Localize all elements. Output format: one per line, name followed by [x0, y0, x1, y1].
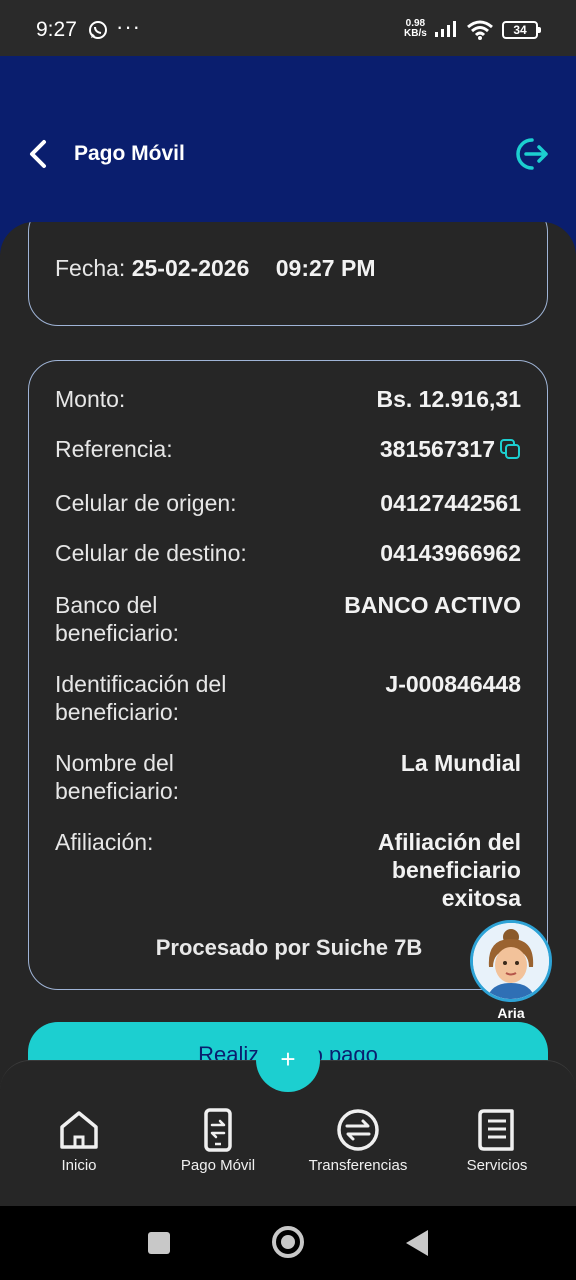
nav-label: Servicios: [466, 1157, 528, 1174]
copy-icon[interactable]: [499, 438, 521, 460]
logout-icon[interactable]: [512, 136, 550, 172]
receipt-icon: [478, 1109, 514, 1151]
nav-item-pago-movil[interactable]: Pago Móvil: [148, 1107, 288, 1174]
phone-transfer-icon: [204, 1108, 232, 1152]
detail-label: Celular de origen:: [55, 490, 237, 516]
detail-value: 381567317: [291, 435, 521, 463]
detail-label: Nombre del beneficiario:: [55, 750, 180, 804]
home-icon: [60, 1111, 98, 1149]
time-value: 09:27 PM: [275, 255, 376, 281]
detail-value: Bs. 12.916,31: [376, 386, 521, 412]
detail-label: Afiliación:: [55, 829, 154, 855]
nav-item-servicios[interactable]: Servicios: [427, 1107, 567, 1174]
home-circle-icon[interactable]: [272, 1226, 304, 1258]
signal-icon: [435, 21, 456, 37]
detail-label: Identificación del beneficiario:: [55, 671, 227, 725]
network-speed: 0.98 KB/s: [404, 18, 427, 39]
date-line: Fecha: 25-02-2026 09:27 PM: [55, 255, 375, 282]
date-label: Fecha:: [55, 255, 126, 281]
transfer-icon: [337, 1109, 379, 1151]
nav-label: Pago Móvil: [180, 1157, 256, 1174]
battery-icon: 34: [502, 21, 541, 39]
assistant-face-icon: [473, 923, 549, 999]
add-button[interactable]: +: [256, 1028, 320, 1092]
assistant-name: Aria: [497, 1005, 525, 1021]
detail-value: La Mundial: [400, 750, 521, 776]
detail-label: Banco del beneficiario:: [55, 592, 180, 646]
more-notifications-icon: ···: [116, 14, 141, 39]
detail-label: Celular de destino:: [55, 540, 247, 566]
detail-value: 04127442561: [380, 490, 521, 516]
nav-label: Transferencias: [308, 1157, 408, 1174]
detail-label: Referencia:: [55, 436, 173, 462]
system-nav-bar: [0, 1206, 576, 1280]
date-value: 25-02-2026: [131, 255, 250, 281]
date-card: Fecha: 25-02-2026 09:27 PM: [28, 222, 548, 326]
whatsapp-icon: [89, 21, 107, 39]
recent-apps-icon[interactable]: [148, 1232, 170, 1254]
detail-value: 04143966962: [380, 540, 521, 566]
status-time: 9:27: [36, 18, 77, 41]
chevron-left-icon[interactable]: [24, 136, 54, 172]
nav-item-inicio[interactable]: Inicio: [9, 1107, 149, 1174]
nav-label: Inicio: [61, 1157, 97, 1174]
assistant-avatar[interactable]: [470, 920, 552, 1002]
detail-value: Afiliación del beneficiario exitosa: [377, 829, 521, 911]
reference-value: 381567317: [379, 436, 495, 462]
back-triangle-icon[interactable]: [406, 1230, 428, 1256]
wifi-icon: [467, 20, 493, 40]
detail-value: BANCO ACTIVO: [344, 592, 521, 618]
status-bar: 9:27 ··· 0.98 KB/s 34: [0, 0, 576, 56]
page-title: Pago Móvil: [74, 142, 185, 165]
detail-value: J-000846448: [385, 671, 521, 697]
nav-item-transferencias[interactable]: Transferencias: [288, 1107, 428, 1174]
detail-label: Monto:: [55, 386, 126, 412]
payment-details-card: Monto: Bs. 12.916,31 Referencia: 3815673…: [28, 360, 548, 990]
